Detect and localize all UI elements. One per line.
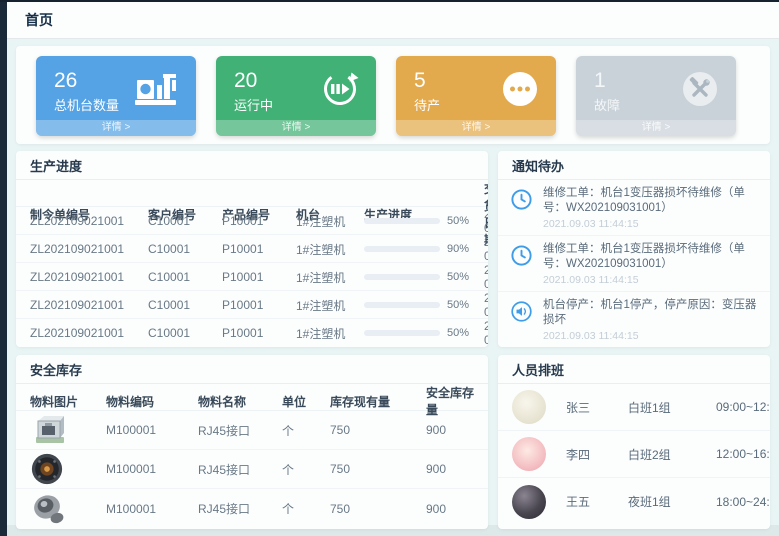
dashboard-page: 首页 26 总机台数量 (7, 2, 779, 536)
progress-bar (364, 302, 440, 308)
production-row: ZL202109021001 C10001 P10001 1#注塑机 50% 2… (16, 291, 488, 319)
person-name: 张三 (566, 399, 628, 416)
tools-icon (680, 69, 720, 114)
production-progress-title: 生产进度 (16, 151, 488, 180)
card-total-machines[interactable]: 26 总机台数量 (36, 56, 196, 136)
inventory-row: M100001 RJ45接口 个 750 900 (16, 450, 488, 489)
notices-title: 通知待办 (498, 151, 770, 180)
fault-value: 1 (594, 68, 620, 94)
card-waiting[interactable]: 5 待产 详情 > (396, 56, 556, 136)
personnel-schedule-title: 人员排班 (498, 355, 770, 384)
fault-label: 故障 (594, 95, 620, 114)
running-icon (320, 69, 360, 114)
notice-item[interactable]: 维修工单：机台1变压器损坏待维修（单号：WX202109031001） 2021… (498, 236, 770, 292)
window-top-border (0, 0, 779, 2)
progress-bar (364, 330, 440, 336)
clock-icon (510, 242, 534, 286)
production-row: ZL202109021001 C10001 P10001 1#注塑机 50% 2… (16, 319, 488, 347)
inventory-row: M100001 RJ45接口 个 750 900 (16, 489, 488, 528)
notice-text: 维修工单：机台1变压器损坏待维修（单号：WX202109031001） (543, 186, 758, 216)
running-detail-link[interactable]: 详情 > (216, 120, 376, 136)
card-fault[interactable]: 1 故障 (576, 56, 736, 136)
person-shift: 白班1组 (628, 399, 716, 416)
total-machines-label: 总机台数量 (54, 95, 119, 114)
breadcrumb-bar: 首页 (7, 2, 779, 39)
person-time: 18:00~24:00 (716, 495, 770, 509)
fault-detail-link[interactable]: 详情 > (576, 120, 736, 136)
waiting-label: 待产 (414, 95, 440, 114)
waiting-value: 5 (414, 68, 440, 94)
avatar (512, 390, 546, 424)
card-running[interactable]: 20 运行中 详情 > (216, 56, 376, 136)
notice-time: 2021.09.03 11:44:15 (543, 330, 758, 342)
clock-icon (510, 186, 534, 230)
left-sidebar-edge (0, 0, 7, 536)
person-shift: 白班2组 (628, 446, 716, 463)
progress-bar (364, 246, 440, 252)
cone-speaker-image (30, 493, 70, 525)
production-progress-panel: 生产进度 制令单编号 客户编号 产品编号 机台 生产进度 交货日期 ZL2021… (16, 151, 488, 347)
running-label: 运行中 (234, 95, 273, 114)
speaker-icon (510, 298, 534, 342)
waiting-detail-link[interactable]: 详情 > (396, 120, 556, 136)
notice-item[interactable]: 维修工单：机台1变压器损坏待维修（单号：WX202109031001） 2021… (498, 180, 770, 236)
schedule-row: 王五 夜班1组 18:00~24:00 (498, 478, 770, 525)
notice-item[interactable]: 机台停产：机台1停产，停产原因：变压器损坏 2021.09.03 11:44:1… (498, 292, 770, 347)
round-speaker-image (30, 453, 70, 485)
progress-bar (364, 274, 440, 280)
notice-time: 2021.09.03 11:44:15 (543, 274, 758, 286)
notice-time: 2021.09.03 11:44:15 (543, 218, 758, 230)
person-shift: 夜班1组 (628, 493, 716, 510)
running-value: 20 (234, 68, 273, 94)
rj45-connector-image (30, 414, 70, 446)
inventory-row: M100001 RJ45接口 个 750 900 (16, 411, 488, 450)
notice-text: 维修工单：机台1变压器损坏待维修（单号：WX202109031001） (543, 242, 758, 272)
person-time: 09:00~12:00 (716, 400, 770, 414)
notice-text: 机台停产：机台1停产，停产原因：变压器损坏 (543, 298, 758, 328)
schedule-row: 李四 白班2组 12:00~16:00 (498, 431, 770, 478)
page-title: 首页 (25, 10, 53, 30)
total-machines-detail-link[interactable]: 详情 > (36, 120, 196, 136)
stat-cards-panel: 26 总机台数量 (16, 46, 770, 144)
progress-bar (364, 218, 440, 224)
total-machines-value: 26 (54, 68, 119, 94)
machine-icon (134, 71, 180, 112)
person-name: 王五 (566, 493, 628, 510)
production-table-header: 制令单编号 客户编号 产品编号 机台 生产进度 交货日期 (16, 180, 488, 207)
avatar (512, 485, 546, 519)
production-row: ZL202109021001 C10001 P10001 1#注塑机 50% 2… (16, 263, 488, 291)
person-name: 李四 (566, 446, 628, 463)
person-time: 12:00~16:00 (716, 447, 770, 461)
production-row: ZL202109021001 C10001 P10001 1#注塑机 90% 2… (16, 235, 488, 263)
dashboard-content: 26 总机台数量 (7, 39, 779, 529)
inventory-table-header: 物料图片 物料编码 物料名称 单位 库存现有量 安全库存量 (16, 384, 488, 411)
safety-inventory-title: 安全库存 (16, 355, 488, 384)
personnel-schedule-panel: 人员排班 张三 白班1组 09:00~12:00 李四 白班2组 12:00~1… (498, 355, 770, 529)
avatar (512, 437, 546, 471)
notices-panel: 通知待办 维修工单：机台1变压器损坏待维修（单号：WX202109031001）… (498, 151, 770, 347)
schedule-row: 张三 白班1组 09:00~12:00 (498, 384, 770, 431)
safety-inventory-panel: 安全库存 物料图片 物料编码 物料名称 单位 库存现有量 安全库存量 (16, 355, 488, 529)
ellipsis-icon (500, 69, 540, 114)
